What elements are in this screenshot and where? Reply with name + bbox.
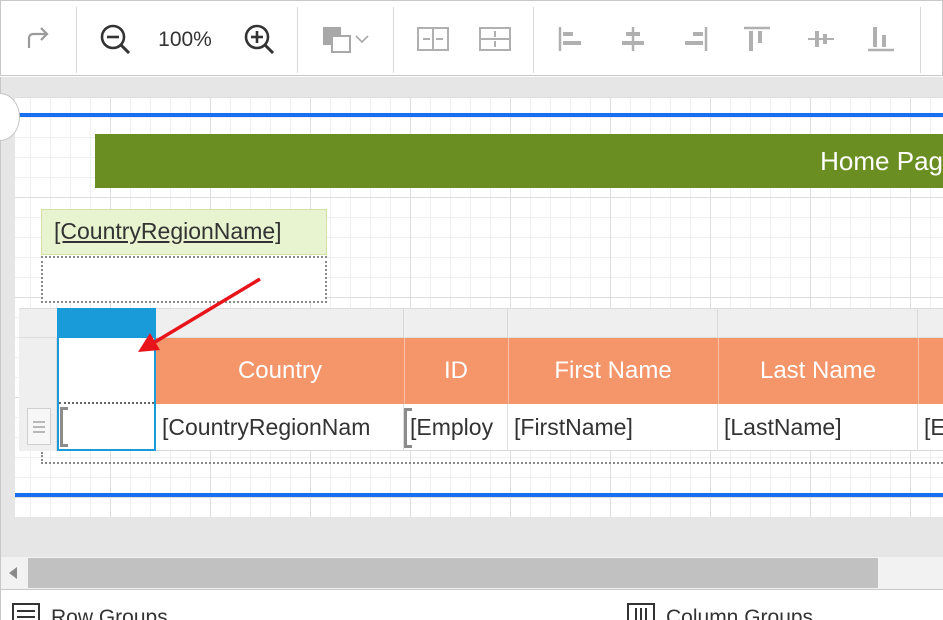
new-column-divider: [59, 402, 154, 404]
column-groups-icon: [626, 602, 666, 620]
report-body-top-border: [15, 113, 943, 117]
toolbar-separator: [533, 7, 534, 73]
column-groups-tab[interactable]: Column Groups: [626, 602, 813, 620]
page-header-title: Home Pag: [820, 146, 943, 176]
header-cell-last-name[interactable]: Last Name: [718, 338, 919, 404]
header-cell-first-name[interactable]: First Name: [508, 338, 719, 404]
detail-cell-next[interactable]: [E: [918, 404, 943, 451]
annotation-arrow: [138, 277, 261, 352]
group-header-field: [CountryRegionName]: [54, 218, 282, 244]
redo-icon[interactable]: [21, 19, 55, 59]
detail-cell-last-name[interactable]: [LastName]: [718, 404, 918, 451]
detail-cell-id[interactable]: [Employ: [404, 404, 508, 451]
row-groups-tab[interactable]: Row Groups: [11, 602, 168, 620]
align-right-icon[interactable]: [677, 19, 713, 59]
grouping-panel: Row Groups Column Groups: [0, 589, 943, 620]
detail-cell-country[interactable]: [CountryRegionNam: [156, 404, 404, 451]
designer-toolbar: 100%: [0, 0, 943, 76]
column-groups-label: Column Groups: [666, 606, 814, 620]
new-column-bracket: [60, 407, 68, 447]
toolbar-separator: [297, 7, 298, 73]
column-handle-divider: [507, 309, 508, 339]
cell-group-bracket: [404, 408, 412, 448]
dropdown-chevron-icon: [354, 33, 370, 45]
group-header-textbox[interactable]: [CountryRegionName]: [41, 209, 327, 255]
distribute-horizontal-icon[interactable]: [413, 19, 453, 59]
column-handle-divider: [917, 309, 918, 339]
tablix-detail-row: [CountryRegionNam [Employ [FirstName] [L…: [156, 404, 943, 451]
scrollbar-thumb[interactable]: [28, 558, 878, 588]
row-groups-icon: [11, 602, 51, 620]
column-handle-divider: [717, 309, 718, 339]
row-groups-label: Row Groups: [51, 606, 168, 620]
distribute-vertical-icon[interactable]: [475, 19, 515, 59]
tablix-header-row: Country ID First Name Last Name: [156, 338, 943, 404]
align-center-icon[interactable]: [615, 19, 651, 59]
scroll-left-arrow-icon[interactable]: [3, 563, 23, 583]
report-body-bottom-border: [15, 493, 943, 497]
toolbar-separator: [76, 7, 77, 73]
detail-cell-first-name[interactable]: [FirstName]: [508, 404, 718, 451]
tablix-outline: [41, 452, 943, 464]
page-header-textbox[interactable]: Home Pag: [95, 134, 943, 188]
align-left-icon[interactable]: [553, 19, 589, 59]
toolbar-separator: [920, 7, 921, 73]
align-top-icon[interactable]: [739, 19, 775, 59]
header-cell-id[interactable]: ID: [404, 338, 509, 404]
align-bottom-icon[interactable]: [863, 19, 899, 59]
row-group-handle[interactable]: [27, 408, 51, 445]
horizontal-scrollbar[interactable]: [0, 557, 943, 589]
toolbar-separator: [393, 7, 394, 73]
row-handle-icon: [33, 421, 45, 436]
background-color-icon: [320, 24, 354, 54]
header-cell-next[interactable]: [918, 338, 943, 404]
zoom-in-icon[interactable]: [241, 19, 277, 59]
background-color-button[interactable]: [315, 19, 375, 59]
zoom-level[interactable]: 100%: [151, 25, 219, 55]
column-handle-divider: [403, 309, 404, 339]
align-middle-icon[interactable]: [803, 19, 839, 59]
zoom-out-icon[interactable]: [97, 19, 133, 59]
